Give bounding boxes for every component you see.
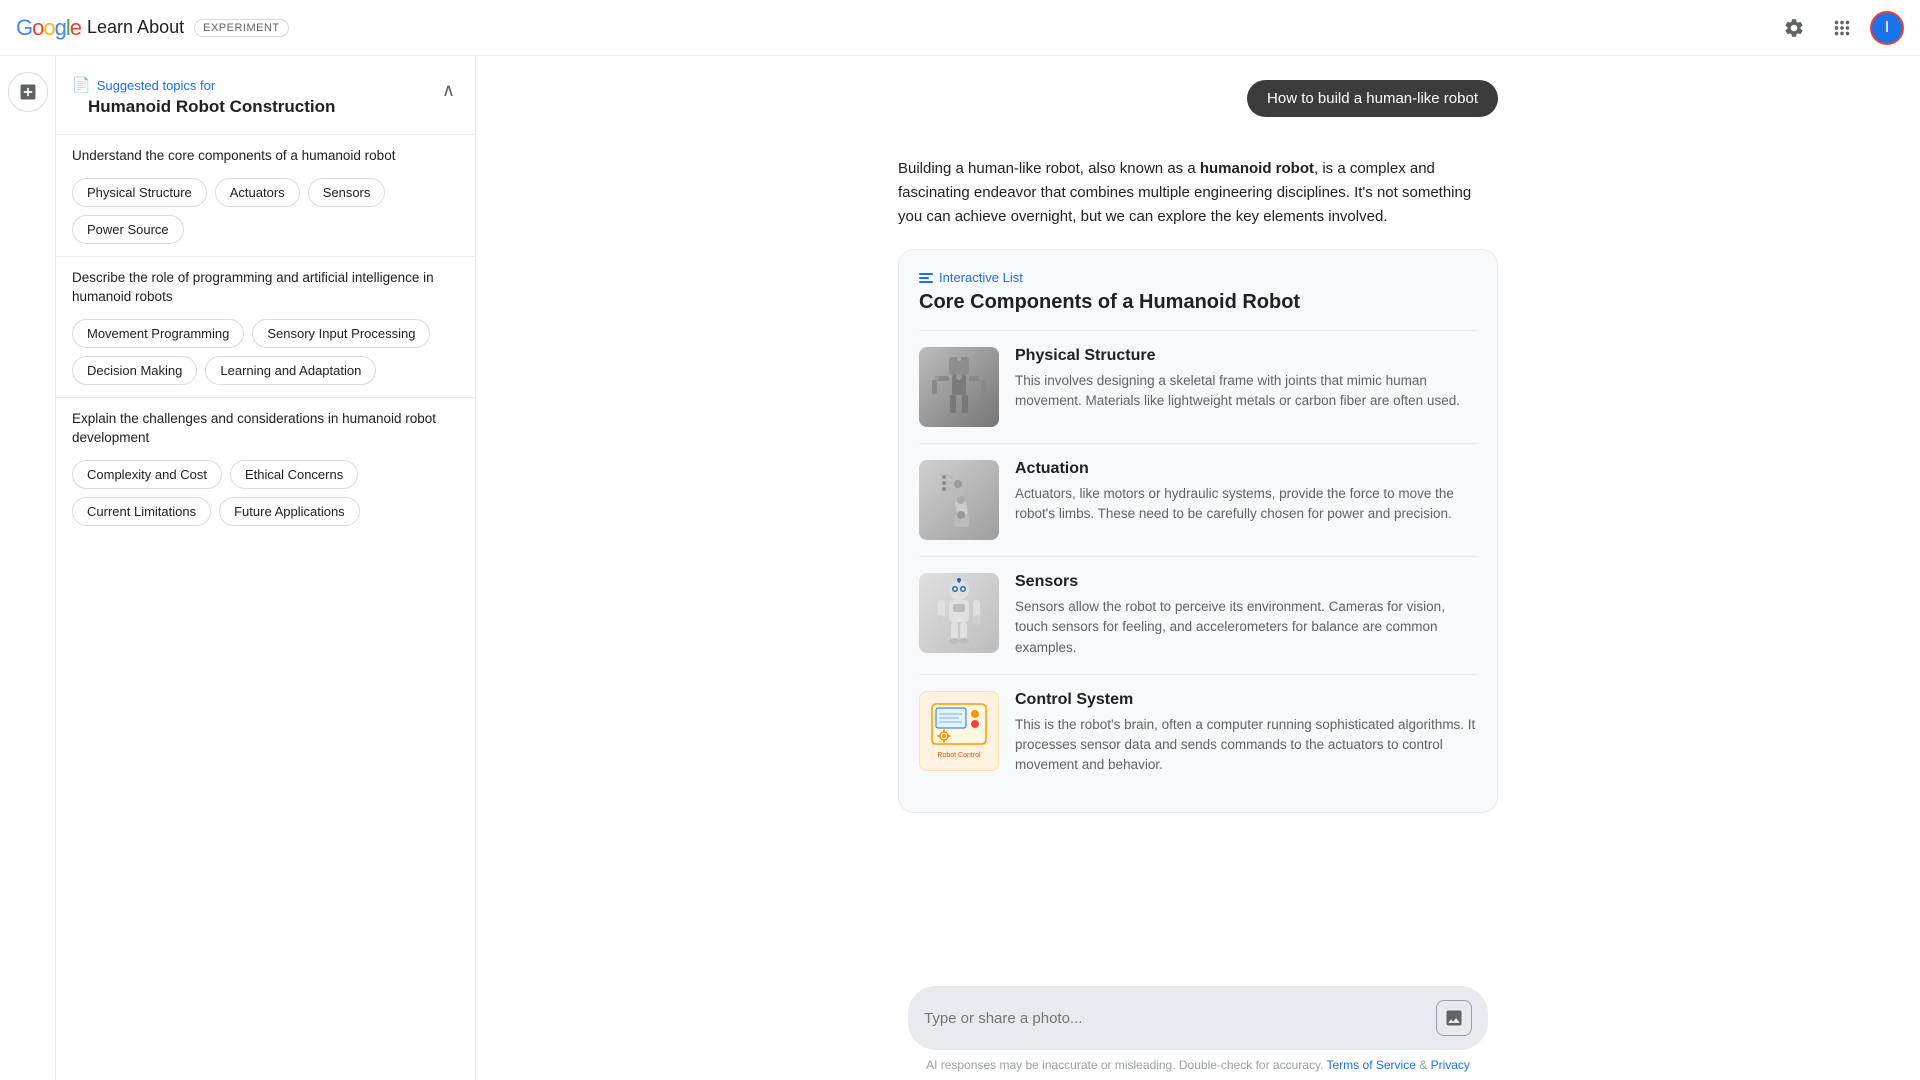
main-content: How to build a human-like robot Building… (476, 56, 1920, 1080)
list-item-physical-structure[interactable]: Physical Structure This involves designi… (919, 330, 1477, 443)
chip-future-applications[interactable]: Future Applications (219, 497, 360, 526)
settings-icon (1783, 17, 1805, 39)
item-image-physical-structure (919, 347, 999, 427)
list-item-actuation[interactable]: Actuation Actuators, like motors or hydr… (919, 443, 1477, 556)
section-1-heading: Understand the core components of a huma… (72, 147, 459, 166)
header-icons: I (1774, 8, 1904, 48)
suggested-label-group: 📄 Suggested topics for Humanoid Robot Co… (72, 76, 351, 130)
item-content-actuation: Actuation Actuators, like motors or hydr… (1015, 460, 1477, 540)
footer-and: & (1419, 1058, 1430, 1072)
robot-skeleton-svg (924, 352, 994, 422)
footer-text: AI responses may be inaccurate or mislea… (926, 1058, 1470, 1072)
footer-disclaimer: AI responses may be inaccurate or mislea… (926, 1058, 1323, 1072)
item-image-actuation (919, 460, 999, 540)
chip-ethical-concerns[interactable]: Ethical Concerns (230, 460, 358, 489)
suggested-icon: 📄 (72, 76, 91, 94)
robot-arm-svg (924, 465, 994, 535)
humanoid-robot-svg (924, 578, 994, 648)
chip-current-limitations[interactable]: Current Limitations (72, 497, 211, 526)
chip-power-source[interactable]: Power Source (72, 215, 184, 244)
chip-learning-adaptation[interactable]: Learning and Adaptation (205, 356, 376, 385)
apps-button[interactable] (1822, 8, 1862, 48)
chip-decision-making[interactable]: Decision Making (72, 356, 197, 385)
header: Google Learn About EXPERIMENT I (0, 0, 1920, 56)
left-sidebar: 📄 Suggested topics for Humanoid Robot Co… (56, 56, 476, 1080)
sidebar-section-1: Understand the core components of a huma… (56, 134, 475, 256)
learn-about-text: Learn About (87, 17, 184, 38)
query-badge: How to build a human-like robot (1247, 80, 1498, 117)
chat-input[interactable] (924, 1010, 1428, 1027)
list-item-sensors[interactable]: Sensors Sensors allow the robot to perce… (919, 556, 1477, 674)
item-title-physical-structure: Physical Structure (1015, 347, 1477, 365)
list-item-control-system[interactable]: Robot Control Control System This is the… (919, 674, 1477, 792)
intro-text: Building a human-like robot, also known … (898, 157, 1498, 229)
main-layout: 📄 Suggested topics for Humanoid Robot Co… (0, 56, 1920, 1080)
intro-before: Building a human-like robot, also known … (898, 160, 1200, 177)
chip-sensory-input-processing[interactable]: Sensory Input Processing (252, 319, 430, 348)
chip-movement-programming[interactable]: Movement Programming (72, 319, 244, 348)
sidebar-section-2: Describe the role of programming and art… (56, 256, 475, 397)
chip-complexity-cost[interactable]: Complexity and Cost (72, 460, 222, 489)
section-1-chips: Physical Structure Actuators Sensors Pow… (72, 178, 459, 244)
suggested-label: 📄 Suggested topics for (72, 76, 351, 94)
control-system-svg: Robot Control (924, 696, 994, 766)
chip-actuators[interactable]: Actuators (215, 178, 300, 207)
apps-icon (1831, 17, 1853, 39)
section-2-chips: Movement Programming Sensory Input Proce… (72, 319, 459, 385)
section-3-chips: Complexity and Cost Ethical Concerns Cur… (72, 460, 459, 526)
item-title-sensors: Sensors (1015, 573, 1477, 591)
new-chat-button[interactable] (8, 72, 48, 112)
main-inner: How to build a human-like robot Building… (898, 80, 1498, 833)
card-title: Core Components of a Humanoid Robot (919, 291, 1477, 314)
item-content-control-system: Control System This is the robot's brain… (1015, 691, 1477, 776)
list-icon (919, 273, 933, 283)
item-desc-physical-structure: This involves designing a skeletal frame… (1015, 371, 1477, 412)
item-desc-sensors: Sensors allow the robot to perceive its … (1015, 597, 1477, 658)
chip-physical-structure[interactable]: Physical Structure (72, 178, 207, 207)
google-logo-group[interactable]: Google Learn About EXPERIMENT (16, 15, 289, 41)
item-title-control-system: Control System (1015, 691, 1477, 709)
sidebar-header: 📄 Suggested topics for Humanoid Robot Co… (56, 68, 475, 134)
card-label-text: Interactive List (939, 270, 1023, 285)
card-label: Interactive List (919, 270, 1477, 285)
sidebar-section-3: Explain the challenges and consideration… (56, 397, 475, 538)
suggested-label-text: Suggested topics for (97, 78, 216, 93)
avatar[interactable]: I (1870, 11, 1904, 45)
interactive-list-card: Interactive List Core Components of a Hu… (898, 249, 1498, 813)
item-desc-control-system: This is the robot's brain, often a compu… (1015, 715, 1477, 776)
item-content-sensors: Sensors Sensors allow the robot to perce… (1015, 573, 1477, 658)
google-logo-text: Google (16, 15, 81, 41)
collapse-sidebar-button[interactable]: ∧ (438, 76, 459, 105)
topic-title: Humanoid Robot Construction (72, 94, 351, 130)
section-2-heading: Describe the role of programming and art… (72, 269, 459, 307)
image-upload-button[interactable] (1436, 1000, 1472, 1036)
svg-text:Robot Control: Robot Control (937, 752, 981, 759)
item-image-sensors (919, 573, 999, 653)
item-image-control-system: Robot Control (919, 691, 999, 771)
intro-bold: humanoid robot (1200, 160, 1314, 177)
settings-button[interactable] (1774, 8, 1814, 48)
sidebar-toggle-area (0, 56, 56, 1080)
terms-link[interactable]: Terms of Service (1327, 1058, 1416, 1072)
new-chat-icon (18, 82, 38, 102)
query-area: How to build a human-like robot (898, 80, 1498, 137)
item-content-physical-structure: Physical Structure This involves designi… (1015, 347, 1477, 427)
chip-sensors[interactable]: Sensors (308, 178, 386, 207)
privacy-link[interactable]: Privacy (1431, 1058, 1470, 1072)
item-title-actuation: Actuation (1015, 460, 1477, 478)
section-3-heading: Explain the challenges and consideration… (72, 410, 459, 448)
input-bar (908, 986, 1488, 1050)
item-desc-actuation: Actuators, like motors or hydraulic syst… (1015, 484, 1477, 525)
experiment-badge: EXPERIMENT (194, 19, 289, 37)
image-icon (1444, 1008, 1464, 1028)
